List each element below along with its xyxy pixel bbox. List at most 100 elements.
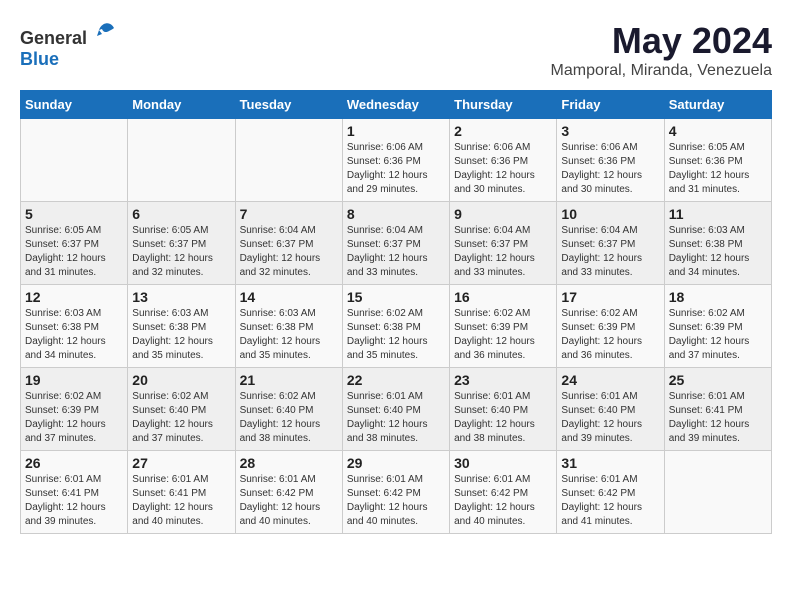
day-info: Sunrise: 6:03 AM Sunset: 6:38 PM Dayligh…: [132, 307, 230, 363]
day-number: 10: [561, 206, 659, 222]
title-section: May 2024 Mamporal, Miranda, Venezuela: [551, 20, 772, 80]
calendar-cell: 11 Sunrise: 6:03 AM Sunset: 6:38 PM Dayli…: [664, 202, 771, 285]
calendar-cell: 30 Sunrise: 6:01 AM Sunset: 6:42 PM Dayli…: [450, 451, 557, 534]
calendar-week-row: 19Sunrise: 6:02 AM Sunset: 6:39 PM Dayli…: [21, 368, 772, 451]
day-number: 7: [240, 206, 338, 222]
day-number: 8: [347, 206, 445, 222]
location-subtitle: Mamporal, Miranda, Venezuela: [551, 62, 772, 80]
day-number: 22: [347, 372, 445, 388]
calendar-cell: 7 Sunrise: 6:04 AM Sunset: 6:37 PM Daylig…: [235, 202, 342, 285]
calendar-cell: 28 Sunrise: 6:01 AM Sunset: 6:42 PM Dayli…: [235, 451, 342, 534]
weekday-header-friday: Friday: [557, 91, 664, 119]
calendar-cell: 16 Sunrise: 6:02 AM Sunset: 6:39 PM Dayli…: [450, 285, 557, 368]
day-info: Sunrise: 6:01 AM Sunset: 6:42 PM Dayligh…: [240, 473, 338, 529]
day-info: Sunrise: 6:01 AM Sunset: 6:40 PM Dayligh…: [561, 390, 659, 446]
calendar-cell: [21, 119, 128, 202]
calendar-cell: 13 Sunrise: 6:03 AM Sunset: 6:38 PM Dayli…: [128, 285, 235, 368]
day-info: Sunrise: 6:01 AM Sunset: 6:42 PM Dayligh…: [347, 473, 445, 529]
logo-bird-icon: [94, 20, 118, 44]
calendar-cell: 4 Sunrise: 6:05 AM Sunset: 6:36 PM Daylig…: [664, 119, 771, 202]
day-info: Sunrise: 6:01 AM Sunset: 6:41 PM Dayligh…: [25, 473, 123, 529]
day-number: 26: [25, 455, 123, 471]
day-number: 14: [240, 289, 338, 305]
day-info: Sunrise: 6:06 AM Sunset: 6:36 PM Dayligh…: [561, 141, 659, 197]
calendar-cell: 15 Sunrise: 6:02 AM Sunset: 6:38 PM Dayli…: [342, 285, 449, 368]
day-number: 31: [561, 455, 659, 471]
day-number: 4: [669, 123, 767, 139]
day-number: 19: [25, 372, 123, 388]
day-info: Sunrise: 6:05 AM Sunset: 6:37 PM Dayligh…: [25, 224, 123, 280]
day-number: 27: [132, 455, 230, 471]
calendar-cell: 31Sunrise: 6:01 AM Sunset: 6:42 PM Dayli…: [557, 451, 664, 534]
day-info: Sunrise: 6:01 AM Sunset: 6:40 PM Dayligh…: [347, 390, 445, 446]
day-info: Sunrise: 6:03 AM Sunset: 6:38 PM Dayligh…: [240, 307, 338, 363]
month-title: May 2024: [551, 20, 772, 62]
calendar-cell: [128, 119, 235, 202]
day-number: 5: [25, 206, 123, 222]
calendar-cell: 20Sunrise: 6:02 AM Sunset: 6:40 PM Dayli…: [128, 368, 235, 451]
weekday-header-wednesday: Wednesday: [342, 91, 449, 119]
calendar-cell: 24 Sunrise: 6:01 AM Sunset: 6:40 PM Dayli…: [557, 368, 664, 451]
logo: General Blue: [20, 20, 118, 70]
calendar-cell: 22 Sunrise: 6:01 AM Sunset: 6:40 PM Dayli…: [342, 368, 449, 451]
day-info: Sunrise: 6:04 AM Sunset: 6:37 PM Dayligh…: [561, 224, 659, 280]
calendar-cell: 10 Sunrise: 6:04 AM Sunset: 6:37 PM Dayli…: [557, 202, 664, 285]
day-info: Sunrise: 6:05 AM Sunset: 6:37 PM Dayligh…: [132, 224, 230, 280]
day-info: Sunrise: 6:03 AM Sunset: 6:38 PM Dayligh…: [669, 224, 767, 280]
day-info: Sunrise: 6:02 AM Sunset: 6:39 PM Dayligh…: [561, 307, 659, 363]
calendar-cell: [235, 119, 342, 202]
day-number: 28: [240, 455, 338, 471]
day-info: Sunrise: 6:04 AM Sunset: 6:37 PM Dayligh…: [240, 224, 338, 280]
calendar-cell: 6 Sunrise: 6:05 AM Sunset: 6:37 PM Daylig…: [128, 202, 235, 285]
day-number: 3: [561, 123, 659, 139]
day-number: 20: [132, 372, 230, 388]
day-number: 2: [454, 123, 552, 139]
day-info: Sunrise: 6:06 AM Sunset: 6:36 PM Dayligh…: [454, 141, 552, 197]
calendar-cell: 19Sunrise: 6:02 AM Sunset: 6:39 PM Dayli…: [21, 368, 128, 451]
day-number: 23: [454, 372, 552, 388]
day-number: 25: [669, 372, 767, 388]
day-number: 11: [669, 206, 767, 222]
calendar-cell: 21Sunrise: 6:02 AM Sunset: 6:40 PM Dayli…: [235, 368, 342, 451]
day-info: Sunrise: 6:03 AM Sunset: 6:38 PM Dayligh…: [25, 307, 123, 363]
day-info: Sunrise: 6:02 AM Sunset: 6:39 PM Dayligh…: [454, 307, 552, 363]
day-number: 13: [132, 289, 230, 305]
calendar-week-row: 1 Sunrise: 6:06 AM Sunset: 6:36 PM Daylig…: [21, 119, 772, 202]
day-number: 6: [132, 206, 230, 222]
day-info: Sunrise: 6:01 AM Sunset: 6:41 PM Dayligh…: [132, 473, 230, 529]
day-info: Sunrise: 6:02 AM Sunset: 6:38 PM Dayligh…: [347, 307, 445, 363]
weekday-header-sunday: Sunday: [21, 91, 128, 119]
weekday-header-thursday: Thursday: [450, 91, 557, 119]
day-number: 29: [347, 455, 445, 471]
logo-general-text: General: [20, 28, 87, 48]
weekday-header-row: SundayMondayTuesdayWednesdayThursdayFrid…: [21, 91, 772, 119]
day-number: 1: [347, 123, 445, 139]
day-info: Sunrise: 6:02 AM Sunset: 6:39 PM Dayligh…: [669, 307, 767, 363]
weekday-header-tuesday: Tuesday: [235, 91, 342, 119]
day-info: Sunrise: 6:01 AM Sunset: 6:40 PM Dayligh…: [454, 390, 552, 446]
day-number: 12: [25, 289, 123, 305]
day-info: Sunrise: 6:05 AM Sunset: 6:36 PM Dayligh…: [669, 141, 767, 197]
weekday-header-saturday: Saturday: [664, 91, 771, 119]
day-number: 9: [454, 206, 552, 222]
weekday-header-monday: Monday: [128, 91, 235, 119]
day-number: 15: [347, 289, 445, 305]
calendar-cell: 5 Sunrise: 6:05 AM Sunset: 6:37 PM Daylig…: [21, 202, 128, 285]
calendar-cell: 2 Sunrise: 6:06 AM Sunset: 6:36 PM Daylig…: [450, 119, 557, 202]
calendar-cell: 14 Sunrise: 6:03 AM Sunset: 6:38 PM Dayli…: [235, 285, 342, 368]
day-number: 24: [561, 372, 659, 388]
calendar-table: SundayMondayTuesdayWednesdayThursdayFrid…: [20, 90, 772, 534]
calendar-cell: 27 Sunrise: 6:01 AM Sunset: 6:41 PM Dayli…: [128, 451, 235, 534]
day-number: 21: [240, 372, 338, 388]
day-number: 30: [454, 455, 552, 471]
calendar-cell: 18Sunrise: 6:02 AM Sunset: 6:39 PM Dayli…: [664, 285, 771, 368]
day-info: Sunrise: 6:06 AM Sunset: 6:36 PM Dayligh…: [347, 141, 445, 197]
calendar-cell: 23 Sunrise: 6:01 AM Sunset: 6:40 PM Dayli…: [450, 368, 557, 451]
logo-blue-text: Blue: [20, 49, 59, 69]
calendar-cell: [664, 451, 771, 534]
calendar-week-row: 26 Sunrise: 6:01 AM Sunset: 6:41 PM Dayli…: [21, 451, 772, 534]
day-number: 16: [454, 289, 552, 305]
day-info: Sunrise: 6:04 AM Sunset: 6:37 PM Dayligh…: [347, 224, 445, 280]
day-info: Sunrise: 6:01 AM Sunset: 6:42 PM Dayligh…: [454, 473, 552, 529]
calendar-cell: 29 Sunrise: 6:01 AM Sunset: 6:42 PM Dayli…: [342, 451, 449, 534]
